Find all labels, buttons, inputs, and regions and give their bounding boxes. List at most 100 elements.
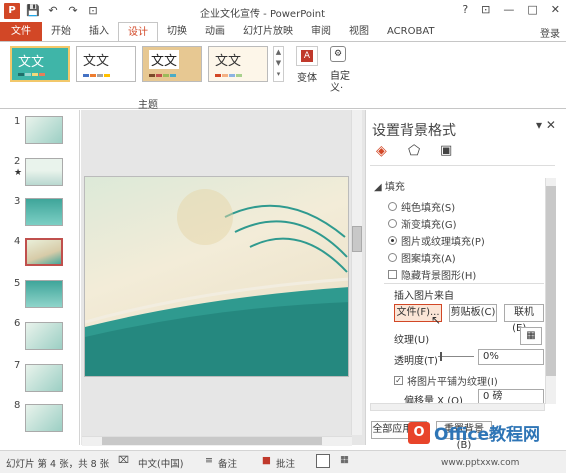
transparency-label: 透明度(T)	[394, 356, 438, 367]
window-title: 企业文化宣传 - PowerPoint	[200, 9, 326, 20]
minimize-button[interactable]: —	[503, 3, 514, 16]
theme-thumb-1[interactable]: 文文	[10, 46, 70, 82]
slide-thumb-6[interactable]	[25, 322, 63, 350]
mouse-cursor-icon: ↖	[431, 313, 442, 327]
tab-insert[interactable]: 插入	[80, 22, 118, 41]
tab-slideshow[interactable]: 幻灯片放映	[234, 22, 302, 41]
comments-icon[interactable]: ■	[262, 455, 271, 466]
slide-thumb-8[interactable]	[25, 404, 63, 432]
pane-horizontal-scrollbar[interactable]	[370, 403, 545, 411]
pentagon-effects-icon[interactable]: ⬠	[408, 143, 424, 159]
theme-thumb-3[interactable]: 文文	[142, 46, 202, 82]
theme-thumb-2[interactable]: 文文	[76, 46, 136, 82]
undo-icon[interactable]: ↶	[46, 4, 60, 18]
radio-icon	[388, 253, 397, 262]
slider-thumb[interactable]	[440, 352, 442, 361]
tab-home[interactable]: 开始	[42, 22, 80, 41]
redo-icon[interactable]: ↷	[66, 4, 80, 18]
online-button[interactable]: 联机(E)...	[504, 304, 544, 334]
pane-category-icons: ◈ ⬠ ▣	[376, 143, 456, 159]
slide-thumb-5[interactable]	[25, 280, 63, 308]
ribbon-tabs: 文件 开始 插入 设计 切换 动画 幻灯片放映 审阅 视图 ACROBAT	[0, 22, 566, 42]
slide-number: 4	[14, 236, 21, 247]
help-button[interactable]: ?	[462, 3, 468, 16]
customize-label-2[interactable]: 义·	[330, 79, 343, 94]
tab-file[interactable]: 文件	[0, 22, 42, 41]
clipboard-button[interactable]: 剪贴板(C)	[449, 304, 497, 322]
transparency-input[interactable]: 0%	[478, 349, 544, 365]
normal-view-icon[interactable]	[316, 454, 330, 468]
fill-section-header[interactable]: ◢ 填充	[374, 178, 405, 193]
quick-access-toolbar: P 💾 ↶ ↷ ⊡	[4, 3, 100, 19]
slide-number: 3	[14, 196, 21, 207]
slide-number: 1	[14, 116, 21, 127]
slide-number: 6	[14, 318, 21, 329]
tab-acrobat[interactable]: ACROBAT	[378, 22, 444, 41]
comments-button[interactable]: 批注	[276, 456, 295, 470]
fill-bucket-icon[interactable]: ◈	[376, 143, 392, 159]
tile-texture-option[interactable]: ✓ 将图片平铺为纹理(I)	[394, 373, 498, 388]
pane-scroll-thumb[interactable]	[546, 186, 556, 376]
pane-title: 设置背景格式	[372, 123, 456, 139]
scroll-thumb[interactable]	[352, 226, 362, 252]
sign-in-link[interactable]: 登录	[540, 25, 560, 40]
tab-view[interactable]: 视图	[340, 22, 378, 41]
spellcheck-icon[interactable]: ⌧	[118, 455, 129, 466]
watermark-url: www.pptxxw.com	[441, 458, 520, 468]
tab-design[interactable]: 设计	[118, 22, 158, 42]
ribbon-display-button[interactable]: ⊡	[481, 3, 490, 16]
slide-number: 5	[14, 278, 21, 289]
language-indicator[interactable]: 中文(中国)	[138, 456, 183, 470]
radio-icon	[388, 202, 397, 211]
solid-fill-option[interactable]: 纯色填充(S)	[388, 199, 455, 214]
slide-thumb-4[interactable]	[25, 238, 63, 266]
checkbox-icon	[388, 270, 397, 279]
pane-divider	[384, 283, 544, 284]
watermark-brand: Office教程网	[434, 425, 541, 445]
close-button[interactable]: ✕	[551, 3, 560, 16]
tab-transitions[interactable]: 切换	[158, 22, 196, 41]
pattern-fill-option[interactable]: 图案填充(A)	[388, 250, 456, 265]
slide-thumb-1[interactable]	[25, 116, 63, 144]
variants-icon[interactable]: A	[296, 46, 318, 66]
theme-thumb-4[interactable]: 文文	[208, 46, 268, 82]
texture-label: 纹理(U)	[394, 335, 430, 346]
hide-bg-graphics-option[interactable]: 隐藏背景图形(H)	[388, 267, 476, 282]
slide-sorter-icon[interactable]: ▦	[340, 454, 349, 465]
slide-vertical-scrollbar[interactable]	[351, 110, 362, 435]
gradient-fill-option[interactable]: 渐变填充(G)	[388, 216, 457, 231]
current-slide[interactable]	[84, 176, 349, 377]
slide-thumbnails-panel: 1 2 ★ 3 4 5 6 7 8	[0, 110, 80, 445]
texture-picker-icon[interactable]: ▦	[520, 327, 542, 345]
variants-label[interactable]: 变体	[297, 69, 317, 84]
notes-button[interactable]: 备注	[218, 456, 237, 470]
start-from-beginning-icon[interactable]: ⊡	[86, 4, 100, 18]
pane-divider	[370, 165, 555, 166]
slide-number: 7	[14, 360, 21, 371]
checkbox-checked-icon: ✓	[394, 376, 403, 385]
pane-close-icon[interactable]: ▾ ✕	[536, 118, 556, 132]
tab-animations[interactable]: 动画	[196, 22, 234, 41]
watermark-logo: O Office教程网	[408, 420, 540, 445]
slide-thumb-2[interactable]	[25, 158, 63, 186]
transparency-slider[interactable]	[438, 356, 474, 357]
format-background-icon[interactable]: ⚙	[330, 46, 346, 62]
animation-star-icon: ★	[14, 168, 23, 178]
office-logo-icon: O	[408, 421, 430, 444]
slide-number: 8	[14, 400, 21, 411]
theme-gallery-scroll[interactable]: ▲ ▼ ▾	[273, 46, 284, 82]
tab-review[interactable]: 审阅	[302, 22, 340, 41]
pane-scrollbar[interactable]	[545, 178, 556, 404]
slide-horizontal-scrollbar[interactable]	[82, 436, 352, 446]
hscroll-thumb[interactable]	[102, 437, 322, 445]
notes-icon[interactable]: ≡	[205, 455, 213, 466]
picture-icon[interactable]: ▣	[440, 143, 456, 159]
slide-thumb-3[interactable]	[25, 198, 63, 226]
maximize-button[interactable]: □	[527, 3, 537, 16]
insert-picture-label: 插入图片来自	[394, 291, 454, 302]
slide-thumb-7[interactable]	[25, 364, 63, 392]
picture-fill-option[interactable]: 图片或纹理填充(P)	[388, 233, 485, 248]
slide-background-art	[85, 189, 348, 376]
save-icon[interactable]: 💾	[26, 4, 40, 18]
slide-counter: 幻灯片 第 4 张，共 8 张	[6, 459, 110, 470]
